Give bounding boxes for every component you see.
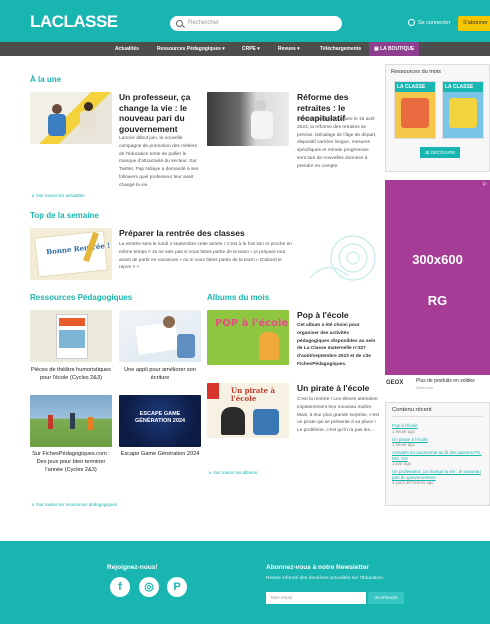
see-all-ressources-link[interactable]: ↳ Voir toutes les ressources pédagogique… xyxy=(31,502,117,508)
album-title-pirate[interactable]: Un pirate à l'école xyxy=(297,383,379,394)
recent-time: 1 jour ago xyxy=(392,461,412,466)
top-semaine-text: La rentrée sera le lundi 4 septembre cet… xyxy=(119,242,292,271)
decorative-swirl-icon xyxy=(308,228,378,284)
album-title-pop[interactable]: Pop à l'école xyxy=(297,310,379,321)
top-semaine-heading: Top de la semaine xyxy=(30,211,99,220)
ressource-image-appli[interactable] xyxy=(119,310,201,362)
social-heading: Rejoignez-nous! xyxy=(107,564,158,571)
magazine-2-title: LA CLASSE xyxy=(443,82,483,92)
newsletter-text: Restez informé des dernières actualités … xyxy=(266,576,385,581)
ressource-image-jeux[interactable] xyxy=(30,395,112,447)
album-text-pirate: C'est la rentrée ! Les élèves attendent … xyxy=(297,397,379,434)
geox-ad[interactable]: GEOX Plus de produits en soldes Geox.com xyxy=(386,378,490,394)
ad-corner-icon[interactable]: ▷ xyxy=(483,181,487,187)
top-semaine-title[interactable]: Préparer la rentrée des classes xyxy=(119,228,289,239)
article-text-professeur: Lancée début juin, la nouvelle campagne … xyxy=(119,136,199,188)
pinterest-icon[interactable]: P xyxy=(167,577,187,597)
discover-button[interactable]: JE DÉCOUVRE xyxy=(420,147,460,158)
recent-link[interactable]: Activités en autonomie au fil des saison… xyxy=(392,450,483,461)
top-semaine-image[interactable]: Bonne Rentrée ! xyxy=(30,228,112,280)
album-text-pop: Cet album a été choisi pour organiser de… xyxy=(297,323,376,367)
recent-time: 1 heure ago xyxy=(392,428,415,434)
recent-content-box: Contenu récent Pop à l'école 1 heure ago… xyxy=(385,402,490,506)
geox-logo: GEOX xyxy=(386,380,404,386)
ressources-mois-heading: Ressources du mois xyxy=(391,69,441,75)
geox-domain: Geox.com xyxy=(416,386,434,390)
albums-heading: Albums du mois xyxy=(207,293,270,302)
nav-telechargements[interactable]: Téléchargements xyxy=(320,42,361,56)
nav-revues[interactable]: Revues ▾ xyxy=(278,42,300,56)
article-image-retraites[interactable] xyxy=(207,92,289,146)
ressources-heading: Ressources Pédagogiques xyxy=(30,293,133,302)
magazine-cover-1[interactable]: LA CLASSE xyxy=(394,81,436,139)
recent-time: 4 jours 20 heures ago xyxy=(392,480,434,485)
ad-banner[interactable]: ▷ 300x600 RG xyxy=(385,180,490,375)
facebook-icon[interactable]: f xyxy=(110,577,130,597)
album-cover-pop[interactable]: POP à l'école xyxy=(207,310,289,365)
newsletter-heading: Abonnez-vous à notre Newsletter xyxy=(266,564,369,571)
magazine-1-title: LA CLASSE xyxy=(395,82,435,92)
ressource-label-escape[interactable]: Escape Game Génération 2024 xyxy=(119,450,201,458)
nav-ressources[interactable]: Ressources Pédagogiques ▾ xyxy=(157,42,225,56)
subscribe-button[interactable]: S'abonner xyxy=(458,16,490,31)
search-input[interactable]: Rechercher xyxy=(170,16,342,31)
ressources-mois-box: Ressources du mois LA CLASSE LA CLASSE J… xyxy=(385,64,490,172)
site-logo[interactable]: LACLASSE xyxy=(30,12,118,32)
ressource-label-theatre[interactable]: Pièces de théâtre humoristiques pour l'é… xyxy=(30,366,112,382)
recent-heading: Contenu récent xyxy=(392,407,483,417)
ressource-image-escape[interactable]: ESCAPE GAME GÉNÉRATION 2024 xyxy=(119,395,201,447)
email-input[interactable]: Mon email xyxy=(266,592,366,604)
ad-size-text: 300x600 xyxy=(412,252,463,267)
ressource-image-theatre[interactable] xyxy=(30,310,112,362)
article-title-professeur[interactable]: Un professeur, ça change la vie : le nou… xyxy=(119,92,199,134)
recent-link[interactable]: Un professeur, ça change la vie : le nou… xyxy=(392,469,483,480)
newsletter-submit-button[interactable]: Je m'inscris xyxy=(368,592,404,604)
nav-boutique[interactable]: ▣ LA BOUTIQUE xyxy=(369,42,420,56)
search-icon xyxy=(176,20,183,27)
footer: Rejoignez-nous! f ◎ P Abonnez-vous à not… xyxy=(0,541,490,624)
recent-time: 1 heure ago xyxy=(392,442,415,447)
album-cover-pop-text: POP à l'école xyxy=(215,318,289,329)
album-cover-pirate[interactable]: Un pirate à l'école xyxy=(207,383,289,438)
nav-actualites[interactable]: Actualités xyxy=(115,42,139,56)
main-nav: Actualités Ressources Pédagogiques ▾ CRP… xyxy=(0,42,490,56)
see-all-actualites-link[interactable]: ↳ Voir toutes les actualités xyxy=(31,193,85,199)
album-cover-pirate-text: Un pirate à l'école xyxy=(231,386,276,403)
user-icon xyxy=(408,19,415,26)
escape-img-text: ESCAPE GAME GÉNÉRATION 2024 xyxy=(134,411,186,424)
geox-text: Plus de produits en soldes xyxy=(416,378,475,384)
magazine-cover-2[interactable]: LA CLASSE xyxy=(442,81,484,139)
search-placeholder: Rechercher xyxy=(188,20,220,26)
nav-boutique-label: LA BOUTIQUE xyxy=(380,46,415,52)
instagram-icon[interactable]: ◎ xyxy=(139,577,159,597)
article-image-professeur[interactable] xyxy=(30,92,112,144)
see-all-albums-link[interactable]: ↳ Voir toutes les albums xyxy=(208,470,257,476)
ad-rg-text: RG xyxy=(427,293,448,308)
article-text-retraites: Officiellement promulguée le 15 avril 20… xyxy=(297,117,377,169)
ressource-label-appli[interactable]: Une appli pour améliorer son écriture xyxy=(119,366,201,382)
login-label: Se connecter xyxy=(418,19,451,26)
nav-crpe[interactable]: CRPE ▾ xyxy=(242,42,260,56)
a-la-une-heading: À la une xyxy=(30,75,62,84)
login-link[interactable]: Se connecter xyxy=(408,19,450,26)
ressource-label-jeux[interactable]: Sur FichesPédagogiques.com : Des jeux po… xyxy=(30,450,112,474)
